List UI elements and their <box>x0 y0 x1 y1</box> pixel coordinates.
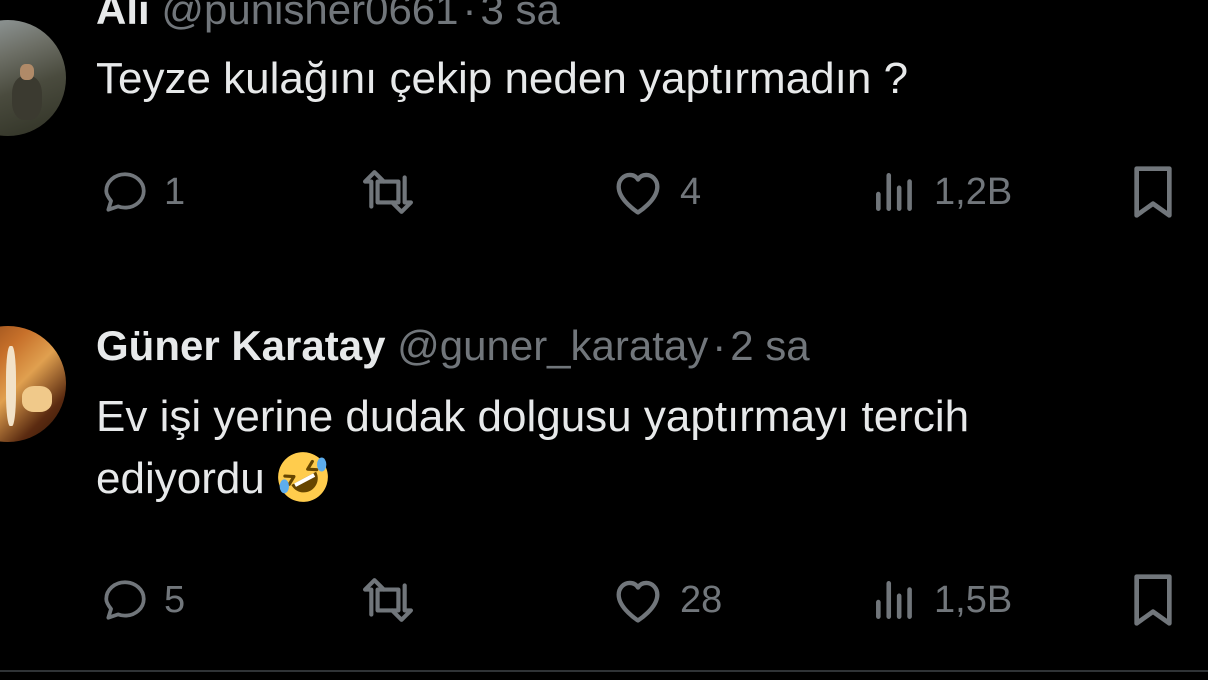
tweet-text-line: Ev işi yerine dudak dolgusu yaptırmayı t… <box>96 392 970 441</box>
bookmark-button[interactable] <box>1128 570 1178 630</box>
retweet-icon <box>363 170 413 214</box>
tweet-header: Güner Karatay @guner_karatay·2 sa <box>96 318 810 374</box>
like-count: 28 <box>680 578 723 621</box>
retweet-button[interactable] <box>356 570 434 630</box>
like-icon <box>616 580 660 623</box>
action-bar: 5 28 1,5B <box>0 570 1208 630</box>
views-button[interactable]: 1,5B <box>870 570 1012 630</box>
tweet-header: Ali @punisher0661·3 sa <box>96 0 560 38</box>
bookmark-icon <box>1134 574 1172 626</box>
avatar[interactable] <box>0 20 66 136</box>
view-count: 1,5B <box>934 578 1013 621</box>
view-count: 1,2B <box>934 170 1013 213</box>
like-icon <box>616 172 660 215</box>
avatar[interactable] <box>0 326 66 442</box>
divider <box>0 670 1208 672</box>
views-button[interactable]: 1,2B <box>870 162 1012 222</box>
tweet-text-line: ediyordu <box>96 454 265 503</box>
reply-count: 1 <box>164 170 186 213</box>
separator-dot: · <box>712 322 727 369</box>
action-bar: 1 4 1,2B <box>0 162 1208 222</box>
author-handle[interactable]: @punisher0661 <box>161 0 458 33</box>
like-count: 4 <box>680 170 702 213</box>
like-button[interactable]: 28 <box>610 570 722 630</box>
views-icon <box>876 581 912 619</box>
reply-icon <box>104 172 146 212</box>
tweet-text-line: Teyze kulağını çekip neden yaptırmadın ? <box>96 54 909 103</box>
rolling-on-floor-laughing-emoji <box>277 452 328 502</box>
retweet-icon <box>363 578 413 622</box>
reply-count: 5 <box>164 578 186 621</box>
views-icon <box>876 173 912 211</box>
like-button[interactable]: 4 <box>610 162 701 222</box>
reply-icon <box>104 580 146 620</box>
reply-tweet[interactable]: Ali @punisher0661·3 sa Teyze kulağını çe… <box>0 0 1208 242</box>
tweet-text: Ev işi yerine dudak dolgusu yaptırmayı t… <box>96 386 969 510</box>
reply-button[interactable]: 5 <box>100 570 185 630</box>
bookmark-button[interactable] <box>1128 162 1178 222</box>
author-name[interactable]: Güner Karatay <box>96 322 385 369</box>
reply-tweet[interactable]: Güner Karatay @guner_karatay·2 sa Ev işi… <box>0 318 1208 658</box>
tweet-text-line-2: ediyordu <box>96 448 969 510</box>
timestamp[interactable]: 2 sa <box>730 322 809 369</box>
timestamp[interactable]: 3 sa <box>481 0 560 33</box>
reply-button[interactable]: 1 <box>100 162 185 222</box>
tweet-text: Teyze kulağını çekip neden yaptırmadın ? <box>96 48 908 110</box>
bookmark-icon <box>1134 166 1172 218</box>
retweet-button[interactable] <box>356 162 434 222</box>
author-name[interactable]: Ali <box>96 0 150 33</box>
separator-dot: · <box>462 0 477 33</box>
author-handle[interactable]: @guner_karatay <box>397 322 708 369</box>
